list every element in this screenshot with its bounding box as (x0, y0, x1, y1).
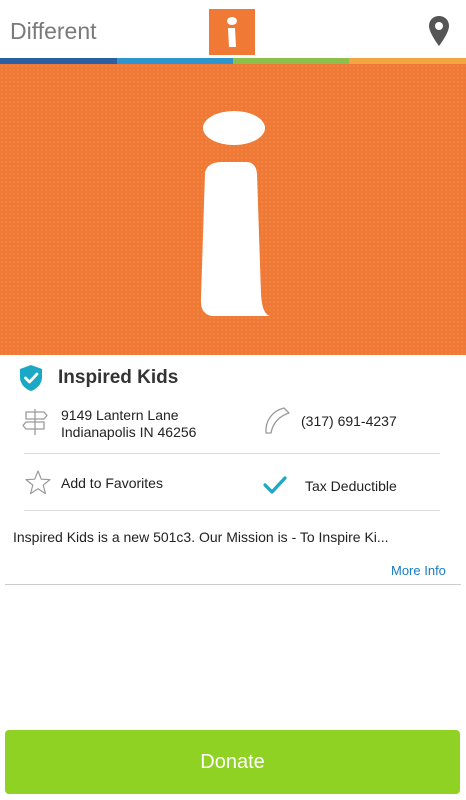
address-link[interactable]: 9149 Lantern Lane Indianapolis IN 46256 (20, 405, 250, 445)
directions-sign-icon (20, 407, 50, 437)
logo-letter-i-icon (227, 17, 237, 47)
divider (24, 453, 440, 454)
verified-shield-icon (18, 364, 44, 392)
app-logo[interactable] (209, 9, 255, 55)
hero-letter-i-icon (200, 111, 270, 316)
phone-number: (317) 691-4237 (301, 413, 397, 429)
organization-description: Inspired Kids is a new 501c3. Our Missio… (13, 529, 389, 545)
tax-deductible-label: Tax Deductible (305, 478, 397, 494)
add-to-favorites-button[interactable]: Add to Favorites (24, 468, 224, 500)
header-title: Different (10, 18, 97, 44)
divider (24, 510, 440, 511)
phone-handset-icon (262, 405, 292, 435)
address-line-2: Indianapolis IN 46256 (61, 424, 197, 440)
app-header: Different (0, 0, 466, 58)
more-info-link[interactable]: More Info (391, 563, 446, 578)
star-outline-icon (24, 469, 52, 497)
checkmark-icon (262, 474, 288, 496)
add-to-favorites-label: Add to Favorites (61, 475, 163, 491)
phone-link[interactable]: (317) 691-4237 (262, 405, 452, 441)
organization-name: Inspired Kids (58, 367, 179, 388)
organization-hero-image (0, 64, 466, 355)
tax-deductible-indicator: Tax Deductible (262, 470, 452, 502)
address-line-1: 9149 Lantern Lane (61, 407, 179, 423)
donate-button[interactable]: Donate (5, 730, 460, 794)
content-divider (5, 584, 461, 585)
organization-header: Inspired Kids (0, 362, 466, 394)
map-pin-icon[interactable] (428, 15, 450, 47)
